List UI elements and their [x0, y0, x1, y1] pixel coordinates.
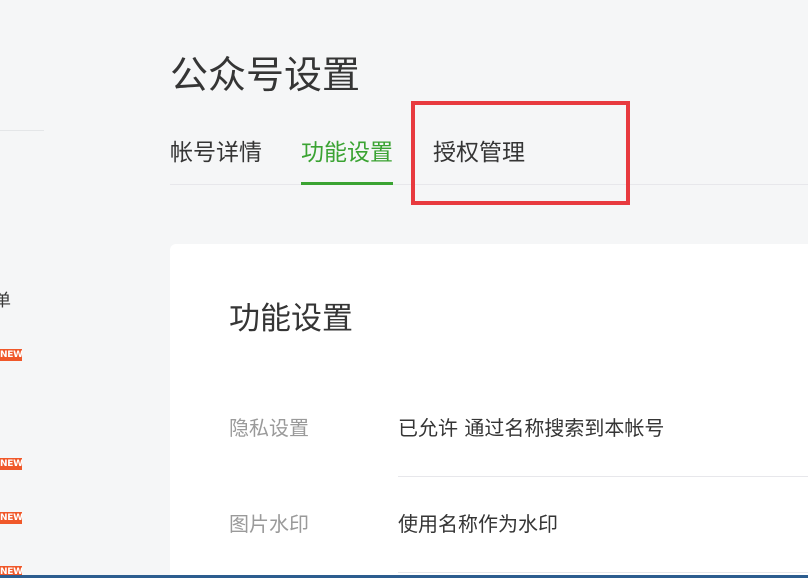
active-tab-indicator	[301, 182, 393, 185]
setting-row-privacy: 隐私设置 已允许 通过名称搜索到本帐号	[229, 408, 808, 448]
new-badge: NEW	[0, 458, 22, 470]
tab-function-settings[interactable]: 功能设置	[301, 134, 393, 185]
setting-value: 使用名称作为水印	[398, 512, 558, 536]
highlight-annotation-box	[411, 101, 630, 205]
page-title: 公众号设置	[170, 53, 361, 97]
sidebar-divider	[0, 130, 44, 131]
tab-account-details[interactable]: 帐号详情	[170, 134, 262, 184]
new-badge: NEW	[0, 512, 22, 524]
page: 单 NEW NEW NEW NEW 公众号设置 帐号详情 功能设置 授权管理 功…	[0, 0, 808, 578]
sidebar-item-partial[interactable]: 单	[0, 286, 11, 311]
setting-value: 已允许 通过名称搜索到本帐号	[398, 416, 665, 440]
settings-card: 功能设置 隐私设置 已允许 通过名称搜索到本帐号 图片水印 使用名称作为水印	[170, 244, 808, 578]
tab-label: 功能设置	[301, 140, 393, 166]
setting-row-watermark: 图片水印 使用名称作为水印	[229, 504, 808, 544]
new-badge: NEW	[0, 349, 22, 361]
setting-label: 隐私设置	[229, 416, 309, 440]
row-divider	[398, 476, 808, 477]
tab-label: 帐号详情	[170, 140, 262, 166]
setting-label: 图片水印	[229, 512, 309, 536]
card-title: 功能设置	[229, 301, 353, 337]
row-divider	[398, 572, 808, 573]
